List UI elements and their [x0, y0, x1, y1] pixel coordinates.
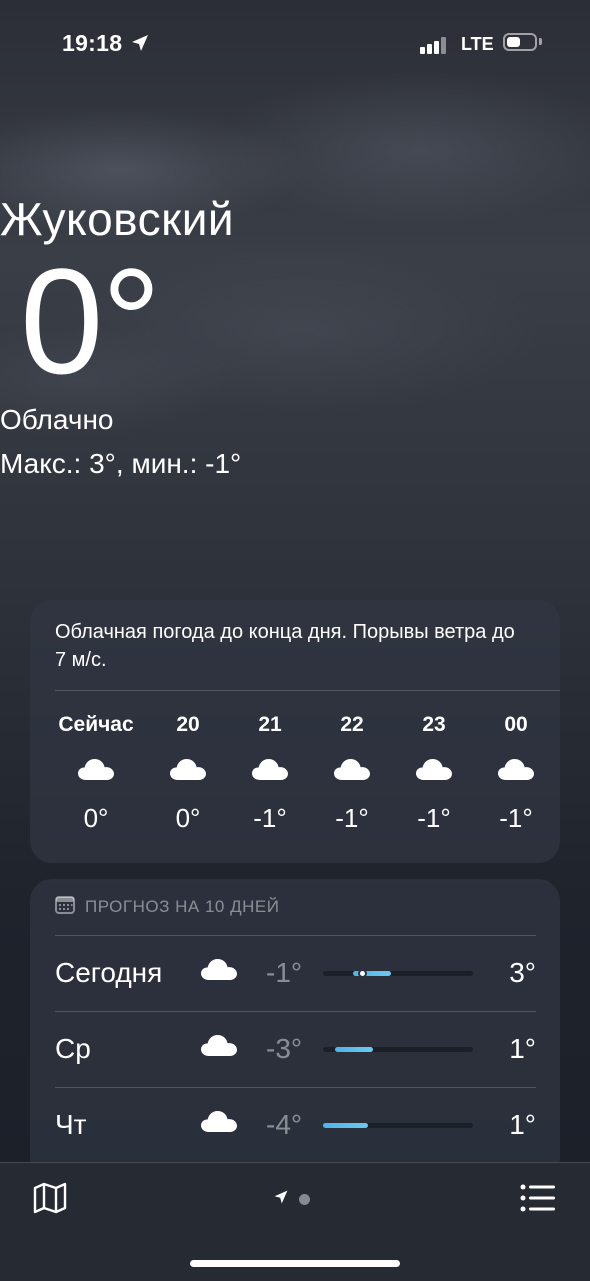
- location-arrow-icon: [130, 33, 150, 58]
- forecast-summary: Облачная погода до конца дня. Порывы вет…: [55, 621, 515, 671]
- hour-temp: 0°: [83, 803, 109, 833]
- day-row[interactable]: Ср -3° 1°: [30, 1011, 560, 1086]
- day-name: Чт: [55, 1109, 87, 1140]
- forecast-header: ПРОГНОЗ НА 10 ДНЕЙ: [55, 895, 279, 919]
- cellular-signal-icon: [420, 36, 450, 59]
- hour-label: 22: [340, 713, 364, 736]
- day-high: 1°: [509, 1033, 536, 1064]
- cloud-icon: [200, 957, 238, 986]
- temperature-range-bar: [323, 1123, 368, 1128]
- divider: [55, 690, 560, 691]
- status-bar: 19:18 LTE: [0, 0, 590, 90]
- day-low: -3°: [266, 1033, 303, 1064]
- day-row[interactable]: Чт -4° 1°: [30, 1087, 560, 1162]
- cloud-icon: [311, 740, 393, 798]
- high-low: Макс.: 3°, мин.: -1°: [0, 448, 242, 479]
- hour-temp: -1°: [335, 803, 369, 833]
- hour-temp: -1°: [253, 803, 287, 833]
- day-row[interactable]: Сегодня -1° 3°: [30, 935, 560, 1010]
- hour-item: 20 0°: [147, 710, 229, 838]
- hour-item: Сейчас 0°: [55, 710, 137, 838]
- ten-day-forecast-card[interactable]: ПРОГНОЗ НА 10 ДНЕЙ Сегодня -1° 3° Ср -3° 1° Чт…: [30, 879, 560, 1179]
- hour-label: 00: [504, 713, 528, 736]
- cloud-icon: [147, 740, 229, 798]
- page-indicator[interactable]: [273, 1189, 310, 1210]
- hour-item: 00 -1°: [475, 710, 557, 838]
- cloud-icon: [200, 1109, 238, 1138]
- cloud-icon: [55, 740, 137, 798]
- network-type: LTE: [461, 34, 494, 54]
- hour-label: Сейчас: [58, 713, 134, 736]
- hour-temp: -1°: [499, 803, 533, 833]
- day-name: Ср: [55, 1033, 91, 1064]
- day-low: -4°: [266, 1109, 303, 1140]
- hour-item: 21 -1°: [229, 710, 311, 838]
- temperature-range-track: [323, 1123, 473, 1128]
- temperature-range-track: [323, 969, 473, 978]
- hour-label: 23: [422, 713, 446, 736]
- hourly-list[interactable]: Сейчас 0° 20 0° 21 -1° 22 -1° 23 -1° 00 -1°: [30, 710, 560, 850]
- list-icon[interactable]: [520, 1183, 556, 1213]
- cloud-icon: [229, 740, 311, 798]
- hour-label: 21: [258, 713, 282, 736]
- cloud-icon: [200, 1033, 238, 1062]
- location-arrow-icon: [273, 1189, 289, 1210]
- day-high: 1°: [509, 1109, 536, 1140]
- hour-temp: -1°: [417, 803, 451, 833]
- hour-label: 20: [176, 713, 200, 736]
- day-low: -1°: [266, 957, 303, 988]
- forecast-header-label: ПРОГНОЗ НА 10 ДНЕЙ: [85, 897, 280, 916]
- day-high: 3°: [509, 957, 536, 988]
- cloud-icon: [393, 740, 475, 798]
- current-temperature: 0°: [20, 237, 161, 405]
- battery-tip: [539, 38, 542, 45]
- temperature-range-bar: [335, 1047, 373, 1052]
- status-time: 19:18: [62, 30, 123, 56]
- page-dot: [299, 1194, 310, 1205]
- cloud-icon: [475, 740, 557, 798]
- hour-item: 22 -1°: [311, 710, 393, 838]
- hour-temp: 0°: [175, 803, 201, 833]
- current-temp-marker: [358, 969, 367, 978]
- battery-icon: [503, 33, 537, 51]
- map-icon[interactable]: [32, 1180, 68, 1216]
- hour-item: 23 -1°: [393, 710, 475, 838]
- hourly-forecast-card[interactable]: Облачная погода до конца дня. Порывы вет…: [30, 600, 560, 863]
- calendar-icon: [55, 895, 75, 919]
- day-name: Сегодня: [55, 957, 163, 988]
- home-indicator[interactable]: [190, 1260, 400, 1267]
- current-condition: Облачно: [0, 404, 114, 435]
- temperature-range-track: [323, 1047, 473, 1052]
